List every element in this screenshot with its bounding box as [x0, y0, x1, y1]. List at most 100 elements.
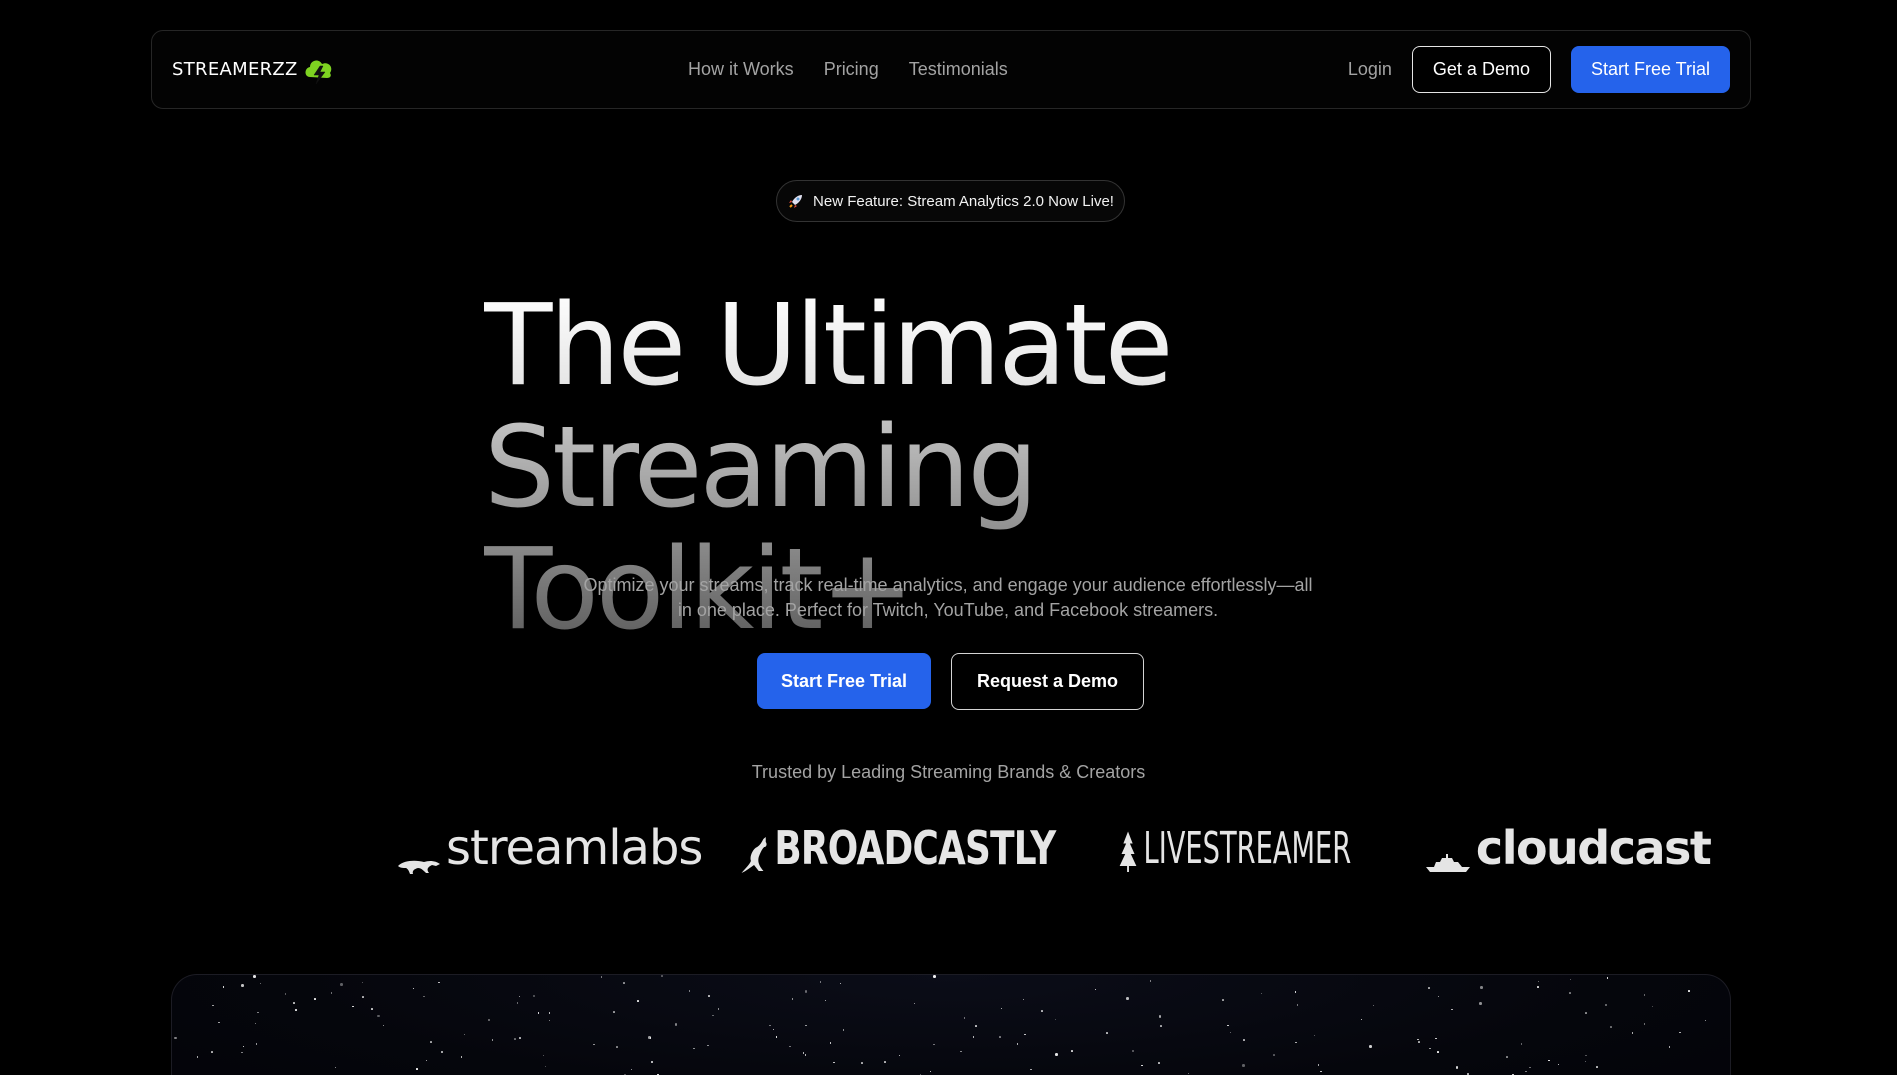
star	[884, 1061, 886, 1063]
star	[1273, 1054, 1275, 1056]
star	[362, 996, 364, 998]
star	[1294, 991, 1297, 993]
nav-link-pricing[interactable]: Pricing	[824, 59, 879, 80]
star	[1668, 1046, 1671, 1048]
feature-badge[interactable]: New Feature: Stream Analytics 2.0 Now Li…	[776, 180, 1125, 222]
star	[819, 981, 822, 983]
star	[1131, 1049, 1135, 1053]
star	[518, 995, 521, 998]
get-demo-button[interactable]: Get a Demo	[1411, 46, 1551, 93]
star	[1606, 977, 1609, 979]
star	[352, 1005, 354, 1008]
star	[1643, 994, 1646, 996]
star	[839, 982, 842, 985]
star	[1569, 992, 1571, 994]
star	[440, 1050, 444, 1054]
star	[255, 1043, 258, 1045]
star	[423, 995, 425, 998]
star	[377, 1014, 380, 1018]
star	[650, 1060, 654, 1064]
star	[1030, 1068, 1032, 1071]
star	[805, 1024, 807, 1027]
star	[1688, 990, 1690, 992]
star	[412, 987, 415, 990]
star	[334, 1066, 337, 1069]
star	[196, 1056, 199, 1058]
request-demo-button[interactable]: Request a Demo	[951, 653, 1144, 710]
star	[772, 1028, 775, 1031]
rocket-icon	[789, 195, 803, 208]
star	[1369, 1045, 1372, 1048]
star	[1704, 1019, 1707, 1022]
star	[1429, 1047, 1431, 1050]
star	[999, 1036, 1001, 1038]
star	[532, 994, 536, 998]
trusted-label: Trusted by Leading Streaming Brands & Cr…	[751, 762, 1146, 782]
star	[1569, 978, 1572, 981]
landing-page: STREAMERZZ How it Works Pricing Testimon…	[0, 0, 1897, 1075]
cloud-lightning-icon	[305, 59, 331, 84]
kangaroo-icon	[741, 837, 767, 873]
star	[514, 1038, 516, 1040]
star	[416, 1068, 418, 1070]
starfield-preview-panel	[171, 974, 1731, 1075]
star	[929, 1070, 932, 1073]
star	[361, 981, 364, 984]
star	[242, 1045, 245, 1048]
star	[804, 1054, 807, 1056]
star	[516, 1002, 519, 1004]
star	[425, 1059, 428, 1062]
logo-streamlabs: streamlabs	[396, 820, 703, 876]
star	[1243, 1039, 1245, 1041]
star	[712, 1014, 714, 1017]
star	[661, 975, 663, 977]
star	[707, 1044, 709, 1047]
star	[257, 1011, 259, 1014]
star	[1529, 1066, 1531, 1069]
brand-name: STREAMERZZ	[172, 59, 298, 80]
feature-badge-text: New Feature: Stream Analytics 2.0 Now Li…	[813, 192, 1114, 210]
star	[1016, 1043, 1019, 1045]
nav-actions: Login Get a Demo Start Free Trial	[1348, 31, 1730, 108]
star	[382, 1024, 385, 1027]
star	[789, 1045, 791, 1048]
star	[284, 993, 287, 995]
star	[861, 1062, 863, 1064]
logo-livestreamer: LIVESTREAMER	[1115, 823, 1351, 874]
star	[802, 1052, 805, 1054]
star	[688, 990, 691, 992]
star	[542, 1054, 545, 1057]
star	[241, 1051, 243, 1054]
brand-logos-row: streamlabs BROADCASTLY LIVESTREAMER clou…	[396, 818, 1712, 878]
star	[330, 992, 333, 994]
nav-link-testimonials[interactable]: Testimonials	[909, 59, 1008, 80]
star	[371, 1008, 373, 1010]
star	[1631, 1032, 1634, 1034]
nav-start-trial-button[interactable]: Start Free Trial	[1570, 46, 1730, 93]
star	[548, 1019, 551, 1022]
star	[491, 1039, 494, 1041]
start-free-trial-button[interactable]: Start Free Trial	[757, 653, 931, 709]
star	[1317, 1064, 1320, 1066]
star	[708, 995, 710, 997]
star	[649, 1037, 652, 1039]
brand-logo[interactable]: STREAMERZZ	[172, 53, 336, 87]
star	[1000, 1007, 1003, 1010]
star	[1149, 980, 1152, 982]
logo-livestreamer-text: LIVESTREAMER	[1143, 822, 1352, 874]
login-link[interactable]: Login	[1348, 59, 1392, 80]
star	[1435, 1037, 1437, 1040]
star	[544, 1065, 547, 1068]
star	[674, 1023, 678, 1026]
logo-cloudcast: cloudcast	[1424, 821, 1712, 875]
star	[1024, 1033, 1026, 1036]
hero-cta-row: Start Free Trial Request a Demo	[757, 653, 1144, 710]
logo-streamlabs-text: streamlabs	[446, 820, 703, 876]
star	[616, 1046, 618, 1048]
star	[717, 1008, 719, 1010]
nav-link-how-it-works[interactable]: How it Works	[688, 59, 794, 80]
star	[1604, 1003, 1608, 1007]
star	[769, 1024, 771, 1027]
star	[460, 1056, 463, 1058]
star	[1360, 1018, 1363, 1021]
